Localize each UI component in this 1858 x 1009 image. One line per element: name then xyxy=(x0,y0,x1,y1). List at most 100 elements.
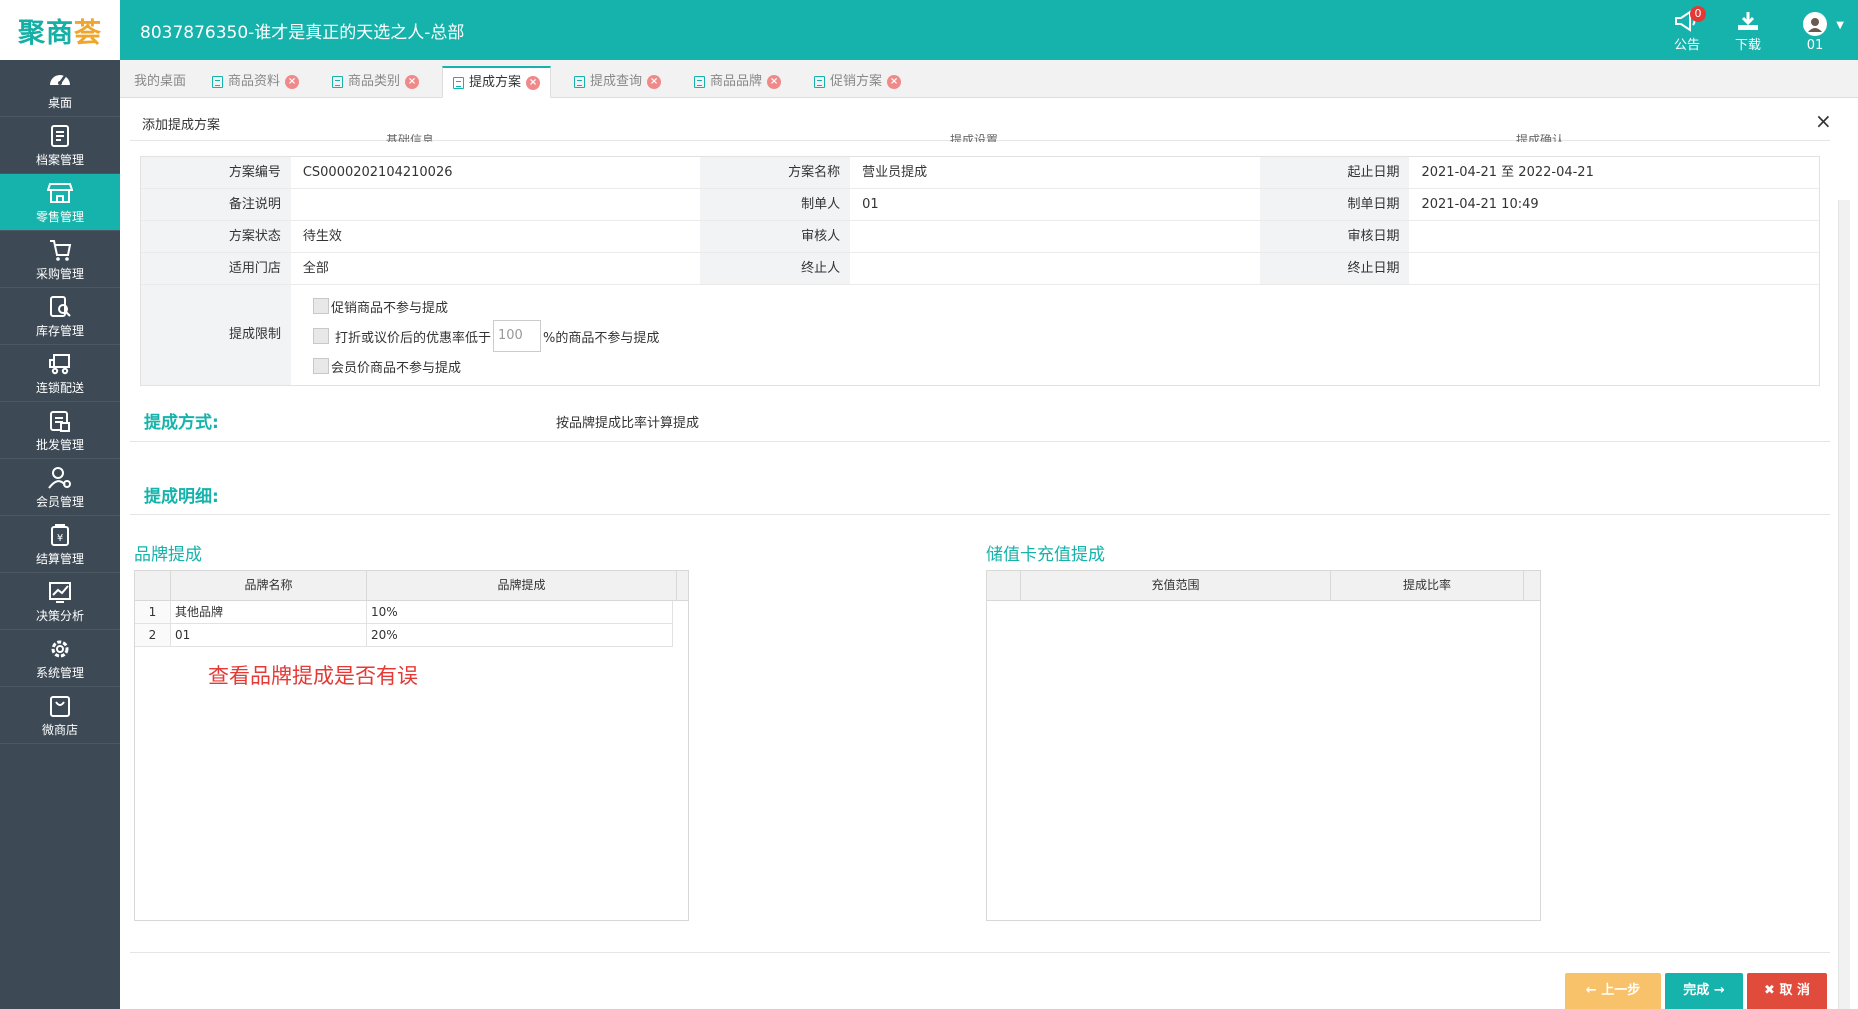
brand-name-cell[interactable]: 其他品牌 xyxy=(171,601,367,623)
discount-rate-input[interactable]: 100 xyxy=(493,320,542,352)
sidebar-item-analysis[interactable]: 决策分析 xyxy=(0,573,120,630)
close-tab-icon[interactable]: × xyxy=(767,75,782,89)
sidebar-item-wholesale[interactable]: 批发管理 xyxy=(0,402,120,459)
reviewer-value xyxy=(850,221,1260,252)
purchase-icon xyxy=(50,240,72,261)
arrow-right-icon: → xyxy=(1709,983,1725,998)
cancel-button[interactable]: ✖ 取 消 xyxy=(1747,973,1827,1009)
field-label: 制单日期 xyxy=(1259,189,1410,220)
brand-commission-title: 品牌提成 xyxy=(134,545,202,565)
row-number: 1 xyxy=(135,601,171,623)
annotation-note: 查看品牌提成是否有误 xyxy=(208,664,418,688)
member-price-checkbox[interactable] xyxy=(313,358,329,374)
brand-rate-cell[interactable]: 10% xyxy=(367,601,673,623)
sidebar-item-member[interactable]: 会员管理 xyxy=(0,459,120,516)
sidebar-item-inventory[interactable]: 库存管理 xyxy=(0,288,120,345)
row-number-header xyxy=(987,571,1021,600)
app-logo[interactable]: 聚商荟 xyxy=(0,0,120,60)
user-menu[interactable]: 01 ▼ xyxy=(1790,8,1844,54)
notice-button[interactable]: 0 公告 xyxy=(1662,6,1712,54)
column-header[interactable]: 品牌名称 xyxy=(171,571,367,600)
button-label: 完成 xyxy=(1683,983,1710,998)
table-row[interactable]: 1 其他品牌 10% xyxy=(135,601,673,624)
plan-number-value: CS0000202104210026 xyxy=(302,165,453,180)
document-icon xyxy=(694,76,705,88)
close-tab-icon[interactable]: × xyxy=(405,75,420,89)
wholesale-icon xyxy=(50,411,70,432)
close-tab-icon[interactable]: × xyxy=(285,75,300,89)
vertical-scrollbar[interactable] xyxy=(1838,200,1850,1009)
sidebar-item-delivery[interactable]: 连锁配送 xyxy=(0,345,120,402)
document-icon xyxy=(332,76,343,88)
field-label: 方案状态 xyxy=(141,221,291,252)
close-tab-icon[interactable]: × xyxy=(887,75,902,89)
tab-commission-plan[interactable]: 提成方案 × xyxy=(442,66,552,98)
tab-product-info[interactable]: 商品资料 × xyxy=(202,66,309,98)
tab-product-brand[interactable]: 商品品牌 × xyxy=(684,66,791,98)
column-header[interactable]: 充值范围 xyxy=(1021,571,1331,600)
caret-down-icon: ▼ xyxy=(1836,20,1844,31)
tab-promotion-plan[interactable]: 促销方案 × xyxy=(804,66,911,98)
sidebar-item-archive[interactable]: 档案管理 xyxy=(0,117,120,174)
checkbox-label: 打折或议价后的优惠率低于 xyxy=(335,330,492,346)
sidebar-item-label: 会员管理 xyxy=(35,495,84,509)
promo-checkbox[interactable] xyxy=(313,298,329,314)
document-icon xyxy=(814,76,825,88)
sidebar-item-label: 零售管理 xyxy=(35,210,84,224)
sidebar-item-wshop[interactable]: 微商店 xyxy=(0,687,120,744)
prev-step-button[interactable]: ← 上一步 xyxy=(1565,973,1661,1009)
form-row: 备注说明 制单人 01 制单日期 2021-04-21 10:49 xyxy=(141,189,1819,221)
table-row[interactable]: 2 01 20% xyxy=(135,624,673,647)
sidebar-item-desktop[interactable]: 桌面 xyxy=(0,60,120,117)
checkbox-label-suffix: %的商品不参与提成 xyxy=(543,330,660,346)
download-button[interactable]: 下载 xyxy=(1723,8,1773,54)
inventory-icon xyxy=(50,296,71,317)
divider xyxy=(130,514,1830,515)
discount-checkbox[interactable] xyxy=(313,328,329,344)
sidebar-item-purchase[interactable]: 采购管理 xyxy=(0,231,120,288)
sidebar-item-label: 结算管理 xyxy=(35,552,84,566)
column-header[interactable]: 品牌提成 xyxy=(367,571,677,600)
plan-name-value: 营业员提成 xyxy=(862,165,928,180)
store-icon xyxy=(47,183,73,203)
tab-commission-query[interactable]: 提成查询 × xyxy=(564,66,671,98)
column-header[interactable]: 提成比率 xyxy=(1331,571,1524,600)
sidebar-item-retail[interactable]: 零售管理 xyxy=(0,174,120,231)
remark-value xyxy=(291,189,701,220)
finish-button[interactable]: 完成 → xyxy=(1665,973,1743,1009)
notice-label: 公告 xyxy=(1673,38,1700,53)
tab-label: 我的桌面 xyxy=(134,74,187,89)
chart-icon xyxy=(49,582,71,603)
sidebar-item-label: 采购管理 xyxy=(35,267,84,281)
button-label: 上一步 xyxy=(1601,983,1641,998)
step-basic-info: 基础信息 xyxy=(386,134,435,142)
sidebar-item-system[interactable]: 系统管理 xyxy=(0,630,120,687)
dialog-title: 添加提成方案 xyxy=(142,118,221,133)
brand-name-cell[interactable]: 01 xyxy=(171,624,367,646)
avatar xyxy=(1803,12,1827,36)
store-title: 8037876350-谁才是真正的天选之人-总部 xyxy=(140,23,465,43)
tab-bar: 我的桌面 商品资料 × 商品类别 × 提成方案 × 提成查询 × 商品品牌 × … xyxy=(120,60,1858,98)
row-number-header xyxy=(135,571,171,600)
truck-icon xyxy=(49,354,70,375)
field-label: 方案编号 xyxy=(141,157,291,188)
creator-value: 01 xyxy=(862,197,879,212)
close-tab-icon[interactable]: × xyxy=(647,75,662,89)
tab-my-desktop[interactable]: 我的桌面 xyxy=(124,66,196,98)
close-icon[interactable]: × xyxy=(1815,109,1832,133)
sidebar-item-settlement[interactable]: ¥ 结算管理 xyxy=(0,516,120,573)
sidebar-item-label: 桌面 xyxy=(47,96,72,110)
member-icon xyxy=(48,467,71,489)
basic-info-form: 方案编号 CS0000202104210026 方案名称 营业员提成 起止日期 … xyxy=(140,156,1820,386)
tab-label: 提成方案 xyxy=(469,74,522,90)
brand-rate-cell[interactable]: 20% xyxy=(367,624,673,646)
close-tab-icon[interactable]: × xyxy=(526,75,541,90)
sidebar-item-label: 决策分析 xyxy=(35,609,84,623)
terminator-value xyxy=(850,253,1260,284)
bag-icon xyxy=(50,696,70,717)
tab-product-category[interactable]: 商品类别 × xyxy=(322,66,429,98)
date-range-value: 2021-04-21 至 2022-04-21 xyxy=(1421,165,1594,180)
document-icon xyxy=(453,76,464,89)
download-label: 下载 xyxy=(1734,38,1761,53)
form-row: 方案编号 CS0000202104210026 方案名称 营业员提成 起止日期 … xyxy=(141,157,1819,189)
